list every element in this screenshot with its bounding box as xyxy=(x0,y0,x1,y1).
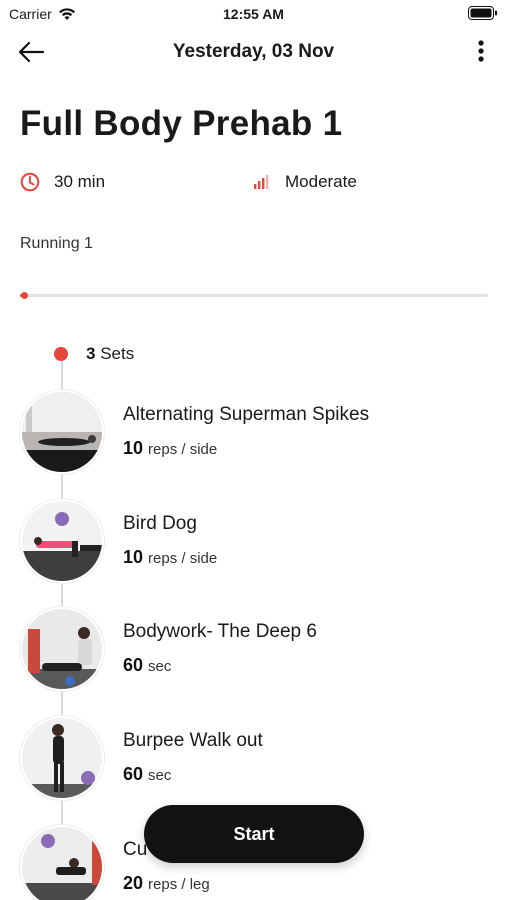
progress-bar xyxy=(20,292,488,299)
nav-title: Yesterday, 03 Nov xyxy=(172,41,335,62)
exercise-item[interactable]: Alternating Superman Spikes 10 reps / sid… xyxy=(20,390,490,476)
exercise-thumbnail xyxy=(20,499,104,583)
exercise-thumbnail xyxy=(20,607,104,691)
workout-meta: 30 min Moderate xyxy=(20,172,490,198)
timeline-dot xyxy=(54,347,68,361)
exercise-unit: reps / leg xyxy=(148,876,210,893)
exercise-unit: reps / side xyxy=(148,550,218,567)
exercise-detail: 10 reps / side xyxy=(123,547,217,568)
exercise-count: 10 xyxy=(123,438,144,458)
exercise-thumbnail xyxy=(20,716,104,800)
signal-bars-icon xyxy=(254,175,269,189)
duration: 30 min xyxy=(20,172,105,192)
exercise-unit: sec xyxy=(148,658,172,675)
more-options-button[interactable] xyxy=(473,38,489,66)
sets-label: 3 Sets xyxy=(86,344,134,364)
exercise-detail: 60 sec xyxy=(123,655,171,676)
difficulty-label: Moderate xyxy=(285,172,357,191)
exercise-unit: sec xyxy=(148,767,172,784)
start-button[interactable]: Start xyxy=(144,805,364,863)
exercise-count: 60 xyxy=(123,764,144,784)
status-bar: Carrier 12:55 AM xyxy=(0,0,507,28)
more-vertical-icon xyxy=(478,40,484,62)
exercise-count: 20 xyxy=(123,873,144,893)
exercise-item[interactable]: Bird Dog 10 reps / side xyxy=(20,499,490,585)
section-label: Running 1 xyxy=(20,235,93,252)
battery-icon xyxy=(468,6,498,23)
exercise-thumbnail xyxy=(20,390,104,474)
exercise-name: Bodywork- The Deep 6 xyxy=(123,621,317,642)
sets-header: 3 Sets xyxy=(54,344,134,364)
exercise-item[interactable]: Bodywork- The Deep 6 60 sec xyxy=(20,607,490,693)
exercise-item[interactable]: Burpee Walk out 60 sec xyxy=(20,716,490,802)
exercise-count: 10 xyxy=(123,547,144,567)
exercise-detail: 60 sec xyxy=(123,764,171,785)
exercise-name: Bird Dog xyxy=(123,513,197,534)
nav-bar: Yesterday, 03 Nov xyxy=(0,28,507,78)
exercise-detail: 20 reps / leg xyxy=(123,873,210,894)
workout-title: Full Body Prehab 1 xyxy=(20,104,343,143)
exercise-name: Cu xyxy=(123,839,148,860)
clock-icon xyxy=(20,172,40,192)
exercise-name: Alternating Superman Spikes xyxy=(123,404,370,425)
exercise-count: 60 xyxy=(123,655,144,675)
exercise-detail: 10 reps / side xyxy=(123,438,217,459)
sets-count: 3 xyxy=(86,344,96,363)
sets-text: Sets xyxy=(100,344,135,363)
status-time: 12:55 AM xyxy=(223,6,284,22)
progress-indicator xyxy=(21,292,29,299)
exercise-unit: reps / side xyxy=(148,441,218,458)
exercise-name: Burpee Walk out xyxy=(123,730,263,751)
exercise-thumbnail xyxy=(20,825,104,900)
duration-label: 30 min xyxy=(54,172,106,191)
difficulty: Moderate xyxy=(253,172,357,192)
